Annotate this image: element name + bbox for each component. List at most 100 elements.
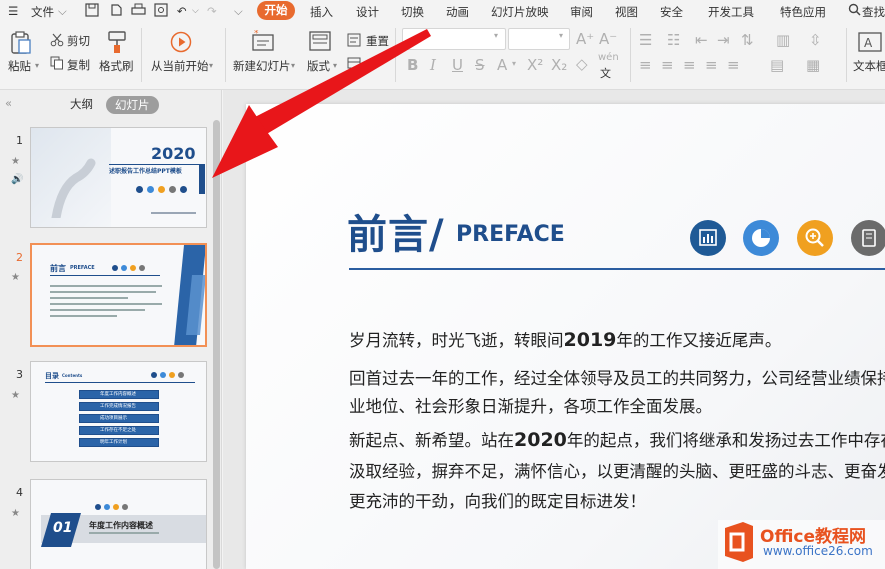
thumb-icon-row [136,186,187,193]
toc-item: 工作完成情况报告 [100,404,136,409]
slide-panel: « 大纲 幻灯片 1 ★ 🔊 2020 述职报告工作总结PPT模板 2 ★ 前言… [0,90,222,569]
tab-transition[interactable]: 切换 [401,4,424,20]
subscript-icon[interactable]: X₂ [551,56,567,74]
tab-slideshow[interactable]: 幻灯片放映 [491,4,549,20]
text-shadow-icon[interactable]: A [497,56,507,74]
paragraph-line-1: 岁月流转，时光飞逝，转眼间2019年的工作又接近尾声。 [349,329,782,351]
thumb-icon-row [112,265,145,271]
scissors-icon[interactable] [50,33,64,50]
copy-icon[interactable] [50,56,64,73]
redo-icon[interactable]: ↷ [207,4,217,18]
thumb-toc-list: 年度工作内容概述 工作完成情况报告 成功项目展示 工作存在不足之处 明年工作计划 [79,390,159,450]
line-spacing-icon[interactable]: ⇅ [741,31,754,49]
paragraph-line-2: 回首过去一年的工作，经过全体领导及员工的共同努力，公司经营业绩保持 [349,369,885,388]
numbered-list-icon[interactable]: ☷ [667,31,680,49]
align-text-icon[interactable]: ▤ [770,56,784,74]
increase-indent-icon[interactable]: ⇥ [717,31,730,49]
thumb-blue-shapes [174,245,205,345]
thumb-subtitle: PREFACE [70,265,95,271]
bullet-list-icon[interactable]: ☰ [639,31,652,49]
align-right-icon[interactable]: ≡ [683,56,696,74]
cut-button[interactable]: 剪切 [67,33,90,49]
chevron-down-icon[interactable]: ▾ [512,59,516,68]
play-icon[interactable] [170,31,192,56]
phonetic-icon[interactable]: wén [598,52,619,63]
tab-insert[interactable]: 插入 [310,4,333,20]
audio-icon: 🔊 [11,174,24,185]
save-icon[interactable] [85,3,100,18]
eraser-icon[interactable]: ◇ [576,55,588,73]
chevron-down-icon[interactable]: ⌵ [58,4,67,19]
slide-thumbnail-4[interactable]: 01 年度工作内容概述 [30,479,207,569]
ribbon-toolbar: 粘贴 ▾ 剪切 复制 格式刷 从当前开始 ▾ * 新建幻灯片 ▾ 版式 ▾ 重置… [0,22,885,90]
textbox-button[interactable]: 文本框 [853,58,885,74]
toc-item: 明年工作计划 [100,440,127,445]
search-label[interactable]: 查找 [862,4,885,20]
office-logo-icon [725,522,753,562]
tab-animation[interactable]: 动画 [446,4,469,20]
paste-icon[interactable] [10,31,32,58]
justify-icon[interactable]: ≡ [705,56,718,74]
align-left-icon[interactable]: ≡ [639,56,652,74]
slide-number: 1 [16,134,23,147]
slide-thumbnail-2[interactable]: 前言 PREFACE [30,243,207,347]
strikethrough-icon[interactable]: S [475,56,485,74]
chart-icon [689,219,727,260]
shrink-font-icon[interactable]: A⁻ [599,30,617,48]
toc-item: 工作存在不足之处 [100,428,136,433]
chevron-down-icon[interactable]: ⌵ [192,6,199,16]
undo-icon[interactable]: ↶ [177,4,187,18]
textbox-icon[interactable]: A [858,31,882,56]
animation-star-icon: ★ [11,156,20,167]
tab-features[interactable]: 特色应用 [780,4,826,20]
collapse-panel-icon[interactable]: « [5,96,12,110]
phonetic-char-icon[interactable]: 文 [600,65,611,81]
paste-button[interactable]: 粘贴 [8,58,31,74]
columns-icon[interactable]: ▥ [776,31,790,49]
animation-star-icon: ★ [11,272,20,283]
tab-security[interactable]: 安全 [660,4,683,20]
underline-icon[interactable]: U [452,56,463,74]
grow-font-icon[interactable]: A⁺ [576,30,594,48]
paragraph-line-3: 业地位、社会形象日渐提升，各项工作全面发展。 [349,397,712,416]
animation-star-icon: ★ [11,508,20,519]
chevron-down-icon[interactable]: ▾ [559,31,563,40]
hand-illustration [51,158,96,218]
format-painter-icon[interactable] [106,30,128,57]
slide-number: 3 [16,368,23,381]
title-rule [349,268,885,270]
superscript-icon[interactable]: X² [527,56,543,74]
export-icon[interactable] [109,3,124,18]
align-center-icon[interactable]: ≡ [661,56,674,74]
chevron-down-icon[interactable]: ▾ [494,31,498,40]
paragraph-line-5: 汲取经验，摒弃不足，满怀信心，以更清醒的头脑、更旺盛的斗志、更奋发 [349,462,885,481]
svg-text:A: A [864,36,873,50]
preview-icon[interactable] [154,3,169,18]
tab-slides[interactable]: 幻灯片 [106,96,159,114]
search-icon[interactable] [848,3,863,18]
thumb-text-lines [50,285,162,321]
tab-outline[interactable]: 大纲 [70,96,93,112]
decrease-indent-icon[interactable]: ⇤ [695,31,708,49]
slide-thumbnail-1[interactable]: 2020 述职报告工作总结PPT模板 [30,127,207,228]
chevron-down-icon[interactable]: ▾ [35,61,39,70]
tab-view[interactable]: 视图 [615,4,638,20]
watermark-url: www.office26.com [763,544,873,558]
chevron-down-icon[interactable]: ⌵ [234,4,243,19]
print-icon[interactable] [131,3,146,18]
copy-button[interactable]: 复制 [67,57,90,73]
tab-review[interactable]: 审阅 [570,4,593,20]
tab-developer[interactable]: 开发工具 [708,4,754,20]
tab-home[interactable]: 开始 [257,1,295,20]
tab-design[interactable]: 设计 [356,4,379,20]
format-painter-button[interactable]: 格式刷 [99,58,134,74]
thumb-title: 目录 [45,372,59,380]
watermark: Office教程网 www.office26.com [718,520,885,569]
slide-thumbnail-3[interactable]: 目录 Contents 年度工作内容概述 工作完成情况报告 成功项目展示 工作存… [30,361,207,462]
file-menu[interactable]: 文件 [31,4,54,20]
distribute-icon[interactable]: ≡ [727,56,740,74]
hamburger-icon[interactable]: ☰ [8,4,18,18]
toc-item: 年度工作内容概述 [100,392,136,397]
text-direction-icon[interactable]: ⇳ [809,31,822,49]
smartart-icon[interactable]: ▦ [806,56,820,74]
